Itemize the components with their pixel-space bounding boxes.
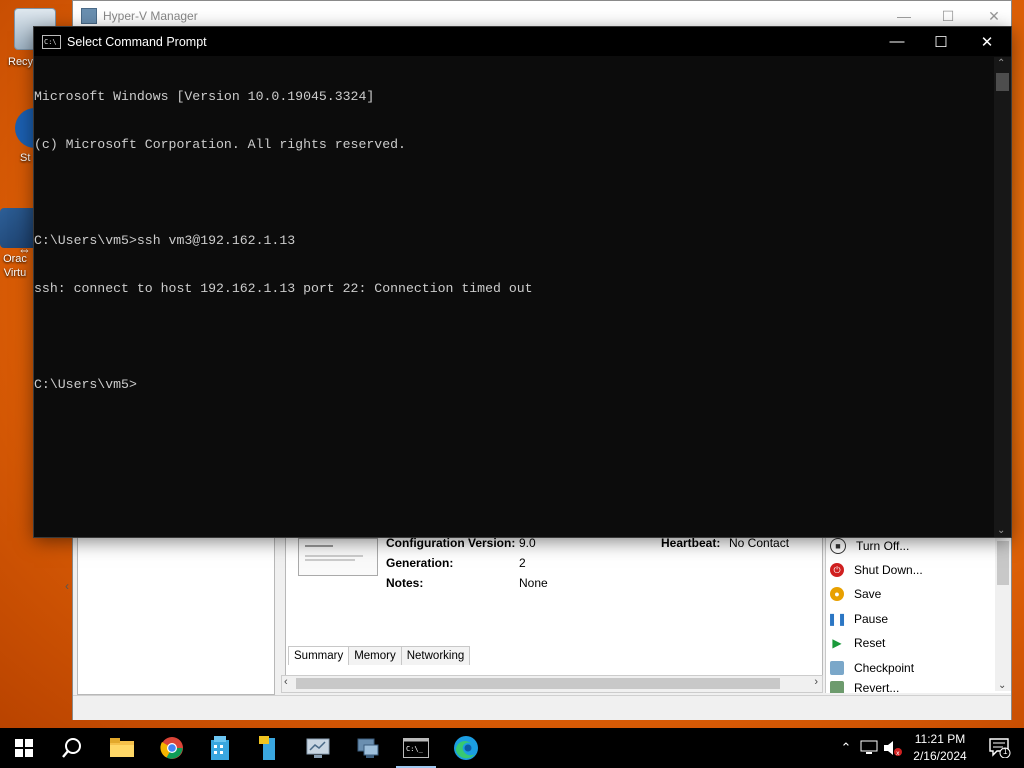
action-turn-off[interactable]: ■ Turn Off...: [830, 535, 990, 557]
notification-count: 1: [1003, 747, 1008, 756]
taskbar-command-prompt[interactable]: C:\_: [392, 728, 440, 768]
action-revert[interactable]: Revert...: [830, 681, 990, 693]
shut-down-icon: ⏻: [830, 563, 844, 577]
action-center-button[interactable]: 1: [980, 728, 1020, 768]
action-label: Save: [854, 587, 882, 601]
cmd-minimize-button[interactable]: —: [874, 27, 920, 56]
windows-logo-icon: [15, 739, 33, 757]
tab-networking[interactable]: Networking: [400, 646, 471, 665]
action-label: Turn Off...: [856, 539, 910, 553]
action-checkpoint[interactable]: Checkpoint: [830, 657, 990, 679]
heartbeat-label: Heartbeat:: [661, 536, 721, 550]
cmd-line: ssh: connect to host 192.162.1.13 port 2…: [34, 281, 533, 296]
cmd-line: Microsoft Windows [Version 10.0.19045.33…: [34, 89, 375, 104]
taskbar-app-tower[interactable]: [244, 728, 292, 768]
heartbeat-value: No Contact: [729, 536, 790, 550]
cmd-prompt-line[interactable]: C:\Users\vm5>: [34, 377, 994, 393]
taskbar-file-explorer[interactable]: [98, 728, 146, 768]
vm-details-pane: Configuration Version: 9.0 Generation: 2…: [285, 531, 823, 693]
cmd-titlebar[interactable]: C:\ Select Command Prompt — ☐ ✕: [34, 27, 1011, 56]
hyperv-navigation-pane[interactable]: [77, 537, 275, 695]
scroll-left-arrow-icon[interactable]: ‹: [284, 676, 288, 688]
cmd-output[interactable]: Microsoft Windows [Version 10.0.19045.33…: [34, 57, 994, 535]
cmd-line: [34, 185, 994, 201]
actions-vertical-scrollbar[interactable]: ⌄: [995, 531, 1011, 691]
show-hidden-icons-button[interactable]: ⌃: [836, 728, 856, 768]
taskbar-app-monitor[interactable]: [294, 728, 342, 768]
generation-value: 2: [519, 556, 526, 570]
config-version-label: Configuration Version:: [386, 536, 516, 550]
scroll-up-arrow-icon[interactable]: ⌃: [997, 58, 1005, 69]
chrome-icon: [160, 737, 183, 759]
network-tray-icon[interactable]: [858, 728, 880, 768]
cmd-line: [34, 329, 994, 345]
cmd-title: Select Command Prompt: [67, 34, 207, 49]
taskbar-hyperv-manager[interactable]: [344, 728, 392, 768]
action-pause[interactable]: ❚❚ Pause: [826, 608, 990, 630]
action-save[interactable]: ● Save: [830, 583, 990, 605]
config-version-value: 9.0: [519, 536, 536, 550]
scrollbar-thumb[interactable]: [296, 678, 780, 689]
folder-icon: [110, 738, 134, 757]
action-reset[interactable]: ▶ Reset: [830, 632, 990, 654]
taskbar: C:\_ ⌃ x 11:21 PM 2/16/2024 1: [0, 728, 1024, 768]
cmd-close-button[interactable]: ✕: [964, 27, 1010, 56]
details-horizontal-scrollbar[interactable]: ‹ ›: [281, 675, 823, 693]
turn-off-icon: ■: [830, 538, 846, 554]
generation-label: Generation:: [386, 556, 454, 570]
hyperv-status-bar: [73, 695, 1011, 720]
start-button[interactable]: [0, 728, 48, 768]
action-label: Revert...: [854, 681, 900, 693]
hyperv-manager-icon: [357, 738, 379, 758]
action-label: Pause: [854, 612, 889, 626]
notification-icon: [989, 738, 1011, 758]
action-shut-down[interactable]: ⏻ Shut Down...: [830, 559, 990, 581]
notes-value: None: [519, 576, 548, 590]
notes-label: Notes:: [386, 576, 424, 590]
scroll-down-arrow-icon[interactable]: ⌄: [997, 525, 1005, 536]
resize-cursor-icon: ⇔: [18, 242, 31, 257]
svg-text:C:\_: C:\_: [406, 745, 424, 753]
search-icon: [62, 738, 81, 758]
scroll-down-arrow-icon[interactable]: ⌄: [998, 680, 1006, 691]
vm-thumbnail: [298, 538, 378, 576]
tab-summary[interactable]: Summary: [288, 646, 350, 665]
action-label: Shut Down...: [854, 563, 923, 577]
scrollbar-thumb[interactable]: [997, 541, 1009, 585]
taskbar-edge[interactable]: [442, 728, 490, 768]
action-label: Checkpoint: [854, 661, 915, 675]
cmd-app-icon: C:\: [42, 34, 61, 49]
cmd-maximize-button[interactable]: ☐: [918, 27, 964, 56]
save-icon: ●: [830, 587, 844, 601]
edge-icon: [454, 736, 478, 760]
hyperv-app-icon: [81, 8, 97, 24]
taskbar-app-building[interactable]: [196, 728, 244, 768]
action-label: Reset: [854, 636, 886, 650]
clock-date: 2/16/2024: [913, 749, 967, 763]
vm-detail-tabs: Summary Memory Networking: [288, 646, 471, 665]
taskbar-chrome[interactable]: [148, 728, 196, 768]
command-prompt-icon: C:\_: [403, 738, 429, 758]
checkpoint-icon: [830, 661, 844, 675]
tab-memory[interactable]: Memory: [348, 646, 402, 665]
search-button[interactable]: [48, 728, 96, 768]
clock-time: 11:21 PM: [914, 732, 966, 746]
collapse-arrow-icon[interactable]: ‹: [65, 579, 69, 593]
actions-pane: ■ Turn Off... ⏻ Shut Down... ● Save ❚❚ P…: [825, 531, 1011, 693]
building-app-icon: [211, 736, 229, 760]
cmd-line: C:\Users\vm5>ssh vm3@192.162.1.13: [34, 233, 296, 248]
command-prompt-window[interactable]: C:\ Select Command Prompt — ☐ ✕ Microsof…: [34, 27, 1011, 537]
cmd-line: (c) Microsoft Corporation. All rights re…: [34, 137, 406, 152]
cmd-vertical-scrollbar[interactable]: ⌃ ⌄: [994, 57, 1011, 537]
scrollbar-thumb[interactable]: [996, 73, 1009, 91]
reset-icon: ▶: [832, 636, 842, 650]
hyperv-title: Hyper-V Manager: [103, 9, 198, 23]
server-app-icon: [259, 736, 275, 760]
taskbar-clock[interactable]: 11:21 PM 2/16/2024: [900, 731, 980, 765]
pause-icon: ❚❚: [826, 612, 848, 626]
scroll-right-arrow-icon[interactable]: ›: [814, 676, 818, 688]
revert-icon: [830, 681, 844, 693]
monitor-app-icon: [306, 738, 330, 758]
